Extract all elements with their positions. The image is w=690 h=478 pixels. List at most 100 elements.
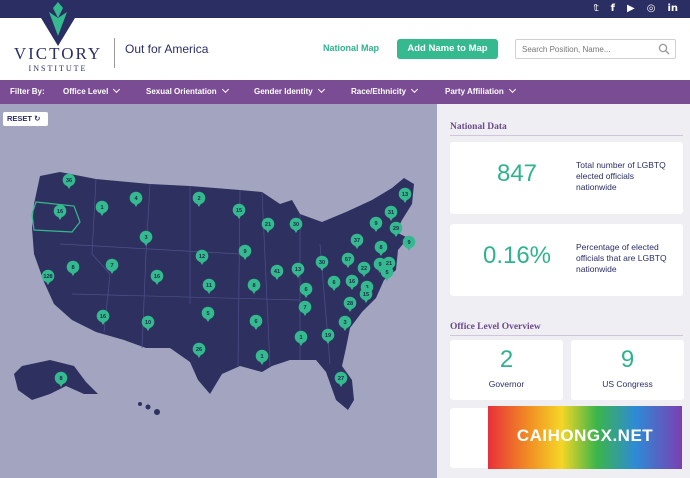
marker-count: 26 <box>196 347 202 353</box>
marker-count: 7 <box>303 305 306 311</box>
filter-race-ethnicity[interactable]: Race/Ethnicity <box>351 85 419 96</box>
stat-percent-desc: Percentage of elected officials that are… <box>576 242 667 274</box>
search-icon[interactable] <box>658 43 670 55</box>
search-input[interactable] <box>522 43 657 56</box>
chevron-down-icon <box>317 85 325 94</box>
marker-count: 16 <box>100 314 106 320</box>
us-map[interactable]: 36 16 1 4 2 15 13 21 30 31 9 29 3 9 37 8 9 12 9 41 13 30 67 22 2… <box>0 104 437 478</box>
marker-count: 31 <box>388 210 394 216</box>
marker-count: 5 <box>206 311 209 317</box>
chevron-down-icon <box>411 85 419 94</box>
marker-count: 27 <box>338 376 344 382</box>
marker-count: 36 <box>66 178 72 184</box>
marker-count: 13 <box>295 267 301 273</box>
linkedin-icon[interactable]: in <box>667 2 678 16</box>
reset-button[interactable]: RESET ↻ <box>3 112 48 126</box>
stat-card-percent: 0.16% Percentage of elected officials th… <box>450 224 683 296</box>
marker-count: 41 <box>274 269 280 275</box>
marker-count: 1 <box>299 335 302 341</box>
marker-count: 9 <box>407 240 410 246</box>
heading-rule <box>450 335 683 336</box>
marker-count: 16 <box>154 274 160 280</box>
office-congress-label: US Congress <box>602 379 653 389</box>
logo-name: VICTORY <box>13 44 103 63</box>
filter-party-affiliation-label: Party Affiliation <box>445 87 504 96</box>
stat-total-desc: Total number of LGBTQ elected officials … <box>576 160 666 192</box>
marker-count: 10 <box>145 320 151 326</box>
marker-count: 1 <box>260 354 263 360</box>
filter-gender-identity-label: Gender Identity <box>254 87 313 96</box>
national-map-link[interactable]: National Map <box>323 43 379 53</box>
marker-count: 7 <box>110 263 113 269</box>
marker-count: 6 <box>332 280 335 286</box>
twitter-icon[interactable]: 𝕥 <box>594 2 599 16</box>
marker-count: 8 <box>59 376 62 382</box>
social-links: 𝕥 f ▶ ◎ in <box>594 2 678 16</box>
marker-count: 22 <box>361 266 367 272</box>
header: VICTORY INSTITUTE Out for America Nation… <box>0 2 690 80</box>
marker-count: 16 <box>57 209 63 215</box>
victory-institute-logo[interactable]: VICTORY INSTITUTE <box>10 0 102 92</box>
marker-count: 1 <box>100 205 103 211</box>
site-title[interactable]: Out for America <box>125 42 208 56</box>
marker-count: 3 <box>144 235 147 241</box>
chevron-down-icon <box>221 85 229 94</box>
marker-count: 37 <box>354 238 360 244</box>
marker-count: 15 <box>236 208 242 214</box>
search-box[interactable] <box>515 39 676 59</box>
map-marker-pin[interactable]: 9 <box>402 235 416 251</box>
us-map-svg[interactable]: 361614 2151321 303192939378912941 1330 67222… <box>0 104 437 478</box>
national-data-heading: National Data <box>450 122 507 132</box>
marker-count: 8 <box>252 283 255 289</box>
filter-gender-identity[interactable]: Gender Identity <box>254 85 325 96</box>
heading-rule <box>450 135 683 136</box>
youtube-icon[interactable]: ▶ <box>627 2 635 16</box>
add-name-button[interactable]: Add Name to Map <box>397 39 498 59</box>
filter-sexual-orientation-label: Sexual Orientation <box>146 87 217 96</box>
filter-label: Filter By: <box>10 87 45 96</box>
marker-count: 2 <box>197 196 200 202</box>
marker-count: 29 <box>393 226 399 232</box>
filter-party-affiliation[interactable]: Party Affiliation <box>445 85 516 96</box>
filter-sexual-orientation[interactable]: Sexual Orientation <box>146 85 229 96</box>
marker-count: 8 <box>71 265 74 271</box>
filter-office-level-label: Office Level <box>63 87 109 96</box>
marker-count: 6 <box>254 319 257 325</box>
reset-icon: ↻ <box>34 114 41 123</box>
marker-count: 19 <box>325 333 331 339</box>
marker-count: 9 <box>374 221 377 227</box>
chevron-down-icon <box>508 85 516 94</box>
marker-count: 128 <box>43 274 52 280</box>
marker-count: 11 <box>206 283 212 289</box>
reset-label: RESET <box>7 114 33 123</box>
office-governor-label: Governor <box>488 379 525 389</box>
marker-count: 28 <box>347 301 353 307</box>
marker-count: 30 <box>293 222 299 228</box>
stat-card-total: 847 Total number of LGBTQ elected offici… <box>450 142 683 214</box>
office-card-governor[interactable]: 2 Governor <box>450 340 563 400</box>
instagram-icon[interactable]: ◎ <box>647 2 656 16</box>
chevron-down-icon <box>113 85 121 94</box>
office-overview-heading: Office Level Overview <box>450 322 541 332</box>
filter-office-level[interactable]: Office Level <box>63 85 121 96</box>
marker-count: 21 <box>265 222 271 228</box>
logo-sub: INSTITUTE <box>28 64 88 73</box>
office-congress-value: 9 <box>620 346 635 373</box>
marker-count: 9 <box>243 249 246 255</box>
watermark-text: CAIHONGX.NET <box>516 426 654 445</box>
filter-bar: Filter By: Office Level Sexual Orientati… <box>0 80 690 104</box>
office-governor-value: 2 <box>499 346 514 373</box>
marker-count: 13 <box>402 192 408 198</box>
marker-count: 16 <box>349 279 355 285</box>
facebook-icon[interactable]: f <box>611 2 615 16</box>
marker-count: 3 <box>343 320 346 326</box>
office-card-us-congress[interactable]: 9 US Congress <box>571 340 684 400</box>
marker-count: 6 <box>304 287 307 293</box>
top-bar: 𝕥 f ▶ ◎ in <box>0 0 690 18</box>
stat-total-value: 847 <box>496 160 538 187</box>
marker-count: 30 <box>319 260 325 266</box>
marker-count: 12 <box>199 254 205 260</box>
filter-race-ethnicity-label: Race/Ethnicity <box>351 87 407 96</box>
watermark-banner: CAIHONGX.NET <box>488 406 682 469</box>
logo-v-icon <box>35 2 81 46</box>
